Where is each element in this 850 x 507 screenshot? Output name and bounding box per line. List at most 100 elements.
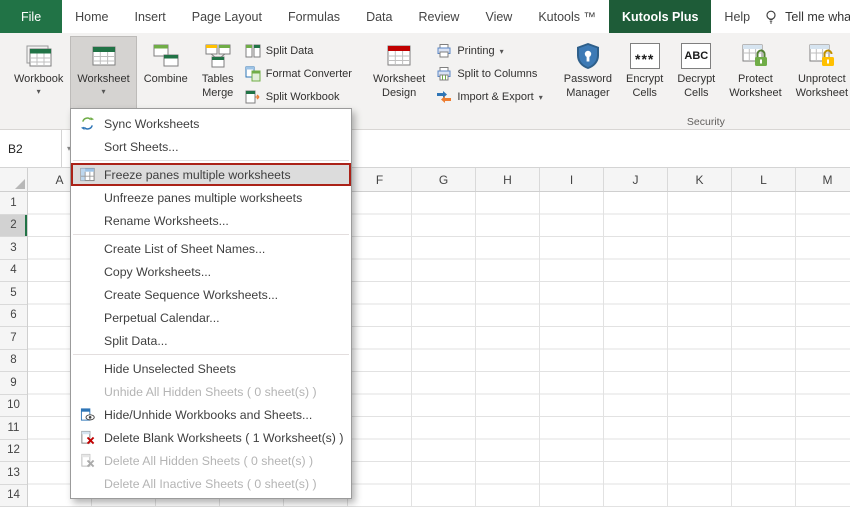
menu-item-rename-worksheets[interactable]: Rename Worksheets...: [71, 209, 351, 232]
split-workbook-button[interactable]: Split Workbook: [241, 87, 356, 107]
split-data-icon: [245, 43, 261, 59]
row-header-13[interactable]: 13: [0, 462, 27, 485]
combine-button[interactable]: Combine: [137, 36, 195, 112]
ribbon-tab-bar: File Home Insert Page Layout Formulas Data Rev…: [0, 0, 850, 33]
unprotect-worksheet-button-label: Unprotect Worksheet: [795, 73, 848, 99]
tab-kutools[interactable]: Kutools ™: [525, 0, 609, 33]
row-header-3[interactable]: 3: [0, 237, 27, 260]
combine-button-label: Combine: [143, 73, 188, 85]
menu-item-delete-all-hidden-sheets-0-sheet-s[interactable]: Delete All Hidden Sheets ( 0 sheet(s) ): [71, 449, 351, 472]
split-to-columns-button[interactable]: Split to Columns: [432, 64, 546, 84]
column-header-j[interactable]: J: [604, 168, 668, 191]
menu-separator: [73, 234, 349, 235]
row-header-5[interactable]: 5: [0, 282, 27, 305]
split-data-button[interactable]: Split Data: [241, 41, 356, 61]
ribbon-tabs: File Home Insert Page Layout Formulas Data Rev…: [0, 0, 763, 33]
tell-me-label: Tell me what y: [785, 9, 850, 24]
worksheet-button-label: Worksheet: [77, 73, 130, 85]
column-header-l[interactable]: L: [732, 168, 796, 191]
tables-merge-button[interactable]: Tables Merge: [195, 36, 241, 112]
worksheet-icon: [89, 41, 119, 71]
row-header-7[interactable]: 7: [0, 327, 27, 350]
split-workbook-button-label: Split Workbook: [265, 91, 340, 103]
encrypt-cells-button-label: Encrypt Cells: [626, 73, 664, 99]
worksheet-design-icon: [384, 41, 414, 71]
column-header-m[interactable]: M: [796, 168, 850, 191]
split-to-columns-button-label: Split to Columns: [457, 68, 538, 80]
row-header-12[interactable]: 12: [0, 440, 27, 462]
split-workbook-icon: [245, 89, 261, 105]
decrypt-cells-icon: ABC: [681, 41, 712, 71]
menu-separator: [73, 354, 349, 355]
tab-insert[interactable]: Insert: [122, 0, 179, 33]
encrypt-cells-button[interactable]: *** Encrypt Cells: [619, 36, 670, 112]
menu-item-hide-unselected-sheets[interactable]: Hide Unselected Sheets: [71, 357, 351, 380]
format-converter-icon: [245, 66, 261, 82]
tab-view[interactable]: View: [472, 0, 525, 33]
password-manager-button[interactable]: Password Manager: [557, 36, 619, 112]
row-header-11[interactable]: 11: [0, 417, 27, 440]
menu-item-create-list-of-sheet-names[interactable]: Create List of Sheet Names...: [71, 237, 351, 260]
tab-kutools-plus[interactable]: Kutools Plus: [609, 0, 712, 33]
unprotect-worksheet-button[interactable]: Unprotect Worksheet: [789, 36, 850, 112]
menu-item-sort-sheets[interactable]: Sort Sheets...: [71, 135, 351, 158]
menu-item-delete-blank-worksheets-1-worksheet-s[interactable]: Delete Blank Worksheets ( 1 Worksheet(s)…: [71, 426, 351, 449]
row-header-8[interactable]: 8: [0, 350, 27, 372]
menu-item-copy-worksheets[interactable]: Copy Worksheets...: [71, 260, 351, 283]
menu-item-freeze-panes-multiple-worksheets[interactable]: Freeze panes multiple worksheets: [71, 163, 351, 186]
sync-worksheets-icon: [77, 116, 97, 132]
hide-unhide-icon: [77, 407, 97, 423]
tab-data[interactable]: Data: [353, 0, 405, 33]
dropdown-arrow-icon: ▾: [101, 86, 106, 96]
password-manager-button-label: Password Manager: [563, 73, 613, 99]
ribbon-group-2: Worksheet Design Printing ▾ Split to Columns…: [363, 36, 550, 129]
column-header-g[interactable]: G: [412, 168, 476, 191]
row-header-6[interactable]: 6: [0, 305, 27, 327]
import-export-button-label: Import & Export: [457, 91, 534, 103]
worksheet-button[interactable]: Worksheet ▾: [70, 36, 137, 112]
row-header-14[interactable]: 14: [0, 485, 27, 507]
split-to-columns-icon: [436, 66, 452, 82]
menu-item-delete-all-inactive-sheets-0-sheet-s[interactable]: Delete All Inactive Sheets ( 0 sheet(s) …: [71, 472, 351, 495]
column-header-f[interactable]: F: [348, 168, 412, 191]
ribbon-group-security: Password Manager *** Encrypt Cells ABC Decrypt…: [554, 36, 850, 129]
tab-file[interactable]: File: [0, 0, 63, 33]
column-header-k[interactable]: K: [668, 168, 732, 191]
column-header-h[interactable]: H: [476, 168, 540, 191]
row-header-2[interactable]: 2: [0, 214, 27, 237]
unprotect-worksheet-icon: [807, 41, 837, 71]
column-header-i[interactable]: I: [540, 168, 604, 191]
worksheet-design-button[interactable]: Worksheet Design: [366, 36, 432, 112]
row-header-4[interactable]: 4: [0, 260, 27, 282]
import-export-button[interactable]: Import & Export ▾: [432, 87, 546, 107]
tell-me[interactable]: Tell me what y: [763, 0, 850, 33]
row-header-9[interactable]: 9: [0, 372, 27, 395]
tab-help[interactable]: Help: [711, 0, 763, 33]
menu-item-split-data[interactable]: Split Data...: [71, 329, 351, 352]
name-box[interactable]: B2: [0, 130, 62, 167]
combine-icon: [151, 41, 181, 71]
menu-item-sync-worksheets[interactable]: Sync Worksheets: [71, 112, 351, 135]
protect-worksheet-button-label: Protect Worksheet: [729, 73, 782, 99]
workbook-button[interactable]: Workbook ▾: [7, 36, 70, 112]
protect-worksheet-button[interactable]: Protect Worksheet: [722, 36, 788, 112]
tab-page-layout[interactable]: Page Layout: [179, 0, 275, 33]
printing-button[interactable]: Printing ▾: [432, 41, 546, 61]
split-data-button-label: Split Data: [265, 45, 314, 57]
menu-item-create-sequence-worksheets[interactable]: Create Sequence Worksheets...: [71, 283, 351, 306]
select-all-corner[interactable]: [0, 168, 28, 192]
row-header-1[interactable]: 1: [0, 192, 27, 215]
decrypt-cells-button[interactable]: ABC Decrypt Cells: [670, 36, 722, 112]
tables-merge-icon: [203, 41, 233, 71]
menu-item-hide-unhide-workbooks-and-sheets[interactable]: Hide/Unhide Workbooks and Sheets...: [71, 403, 351, 426]
worksheet-design-button-label: Worksheet Design: [372, 73, 426, 99]
tab-home[interactable]: Home: [62, 0, 121, 33]
tab-formulas[interactable]: Formulas: [275, 0, 353, 33]
menu-item-perpetual-calendar[interactable]: Perpetual Calendar...: [71, 306, 351, 329]
format-converter-button[interactable]: Format Converter: [241, 64, 356, 84]
tab-review[interactable]: Review: [405, 0, 472, 33]
row-header-10[interactable]: 10: [0, 395, 27, 417]
import-export-icon: [436, 89, 452, 105]
menu-item-unfreeze-panes-multiple-worksheets[interactable]: Unfreeze panes multiple worksheets: [71, 186, 351, 209]
menu-item-unhide-all-hidden-sheets-0-sheet-s[interactable]: Unhide All Hidden Sheets ( 0 sheet(s) ): [71, 380, 351, 403]
